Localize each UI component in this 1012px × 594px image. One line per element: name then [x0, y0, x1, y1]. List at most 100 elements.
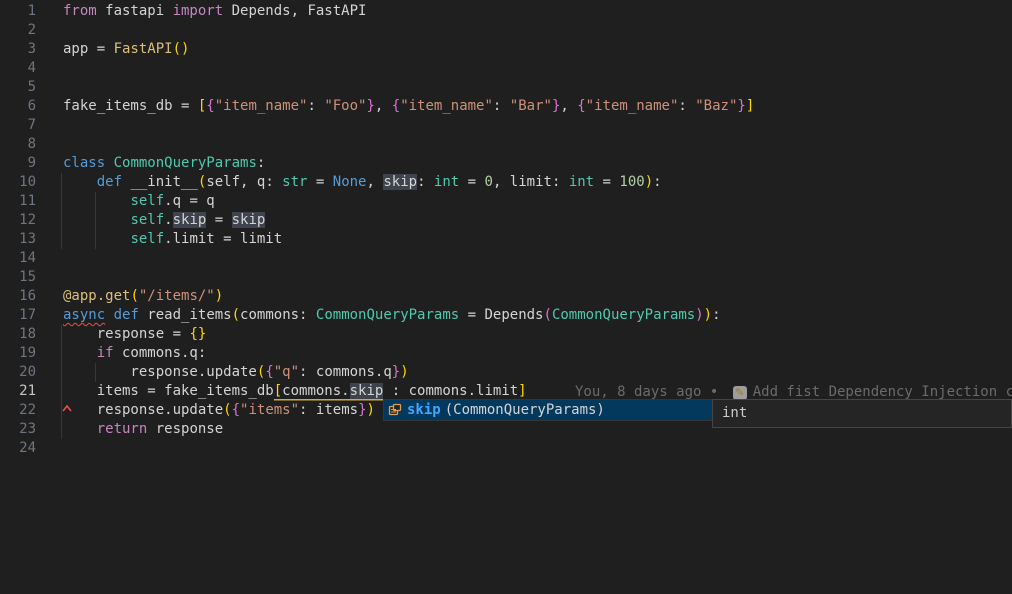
code-token: CommonQueryParams	[552, 307, 695, 323]
line-number[interactable]: 16	[0, 287, 36, 306]
line-number[interactable]: 19	[0, 344, 36, 363]
code-token: CommonQueryParams	[114, 155, 257, 171]
code-token: response.update	[63, 402, 223, 418]
code-token: skip	[383, 174, 417, 190]
code-token: fake_items_db =	[63, 98, 198, 114]
code-line[interactable]: 3app = FastAPI()	[0, 40, 1012, 59]
code-token: :	[653, 174, 661, 190]
line-number[interactable]: 1	[0, 2, 36, 21]
code-line[interactable]: 7	[0, 116, 1012, 135]
line-number[interactable]: 7	[0, 116, 36, 135]
code-text: async def read_items(commons: CommonQuer…	[63, 306, 721, 325]
code-token: FastAPI	[114, 41, 173, 57]
code-line[interactable]: 12 self.skip = skip	[0, 211, 1012, 230]
code-line[interactable]: 15	[0, 268, 1012, 287]
code-token: "Baz"	[695, 98, 737, 114]
code-text: response.update({"q": commons.q})	[63, 363, 409, 382]
code-text: response.update({"items": items})	[63, 401, 375, 420]
code-token: "Bar"	[510, 98, 552, 114]
code-token: (	[544, 307, 552, 323]
code-token	[105, 155, 113, 171]
line-number[interactable]: 6	[0, 97, 36, 116]
suggest-label-detail: (CommonQueryParams)	[445, 401, 605, 420]
line-number[interactable]: 14	[0, 249, 36, 268]
code-token: "items"	[240, 402, 299, 418]
code-token: if	[97, 345, 114, 361]
code-text: self.q = q	[63, 192, 215, 211]
code-line[interactable]: 19 if commons.q:	[0, 344, 1012, 363]
line-number[interactable]: 12	[0, 211, 36, 230]
code-token: int	[434, 174, 459, 190]
code-token: "/items/"	[139, 288, 215, 304]
code-token: :	[417, 174, 434, 190]
code-token: int	[569, 174, 594, 190]
code-token: [	[274, 383, 282, 399]
code-token: )	[695, 307, 703, 323]
code-token	[63, 231, 130, 247]
line-number[interactable]: 17	[0, 306, 36, 325]
code-line[interactable]: 13 self.limit = limit	[0, 230, 1012, 249]
code-token: skip	[350, 383, 384, 399]
line-number[interactable]: 10	[0, 173, 36, 192]
line-number[interactable]: 4	[0, 59, 36, 78]
code-token: skip	[173, 212, 207, 228]
code-line[interactable]: 17 async def read_items(commons: CommonQu…	[0, 306, 1012, 325]
code-token: ,	[560, 98, 577, 114]
code-token: "item_name"	[586, 98, 679, 114]
code-line[interactable]: 20 response.update({"q": commons.q})	[0, 363, 1012, 382]
code-line[interactable]: 6fake_items_db = [{"item_name": "Foo"}, …	[0, 97, 1012, 116]
code-line[interactable]: 10 def __init__(self, q: str = None, ski…	[0, 173, 1012, 192]
code-token: return	[97, 421, 148, 437]
line-number[interactable]: 21	[0, 382, 36, 401]
line-number[interactable]: 15	[0, 268, 36, 287]
suggest-item-skip[interactable]: skip (CommonQueryParams)	[384, 400, 712, 420]
code-token: Depends, FastAPI	[223, 3, 366, 19]
code-line[interactable]: 4	[0, 59, 1012, 78]
line-number[interactable]: 11	[0, 192, 36, 211]
line-number[interactable]: 18	[0, 325, 36, 344]
line-number[interactable]: 13	[0, 230, 36, 249]
line-number[interactable]: 9	[0, 154, 36, 173]
line-number[interactable]: 5	[0, 78, 36, 97]
code-token: = Depends	[459, 307, 543, 323]
code-token: )	[400, 364, 408, 380]
code-token: }	[392, 364, 400, 380]
code-token: async	[63, 307, 105, 323]
code-line[interactable]: 18 response = {}	[0, 325, 1012, 344]
line-number[interactable]: 20	[0, 363, 36, 382]
code-line[interactable]: 11 self.q = q	[0, 192, 1012, 211]
code-line[interactable]: 9class CommonQueryParams:	[0, 154, 1012, 173]
code-line[interactable]: 1 from fastapi import Depends, FastAPI	[0, 2, 1012, 21]
code-text: self.skip = skip	[63, 211, 265, 230]
code-token: class	[63, 155, 105, 171]
code-token: {	[206, 98, 214, 114]
code-line[interactable]: 16 @app.get("/items/")	[0, 287, 1012, 306]
code-token	[63, 193, 130, 209]
code-token: str	[282, 174, 307, 190]
code-line[interactable]: 8	[0, 135, 1012, 154]
line-number[interactable]: 2	[0, 21, 36, 40]
code-line[interactable]: 14	[0, 249, 1012, 268]
line-number[interactable]: 22	[0, 401, 36, 420]
line-number[interactable]: 8	[0, 135, 36, 154]
code-text: from fastapi import Depends, FastAPI	[63, 2, 366, 21]
code-token: response.update	[63, 364, 257, 380]
line-number[interactable]: 24	[0, 439, 36, 458]
code-token: ,	[366, 174, 383, 190]
code-text: @app.get("/items/")	[63, 287, 223, 306]
code-line[interactable]: 5	[0, 78, 1012, 97]
code-token: )	[367, 402, 375, 418]
code-text: response = {}	[63, 325, 206, 344]
line-number[interactable]: 3	[0, 40, 36, 59]
code-token: ]	[746, 98, 754, 114]
code-token: "Foo"	[324, 98, 366, 114]
code-line[interactable]: 2	[0, 21, 1012, 40]
line-number[interactable]: 23	[0, 420, 36, 439]
code-line[interactable]: 24	[0, 439, 1012, 458]
code-token: CommonQueryParams	[316, 307, 459, 323]
code-token: skip	[232, 212, 266, 228]
code-token: (	[232, 307, 240, 323]
code-token: {}	[189, 326, 206, 342]
suggest-detail-pane: int	[712, 399, 1012, 428]
code-token: : commons.limit	[383, 383, 518, 399]
